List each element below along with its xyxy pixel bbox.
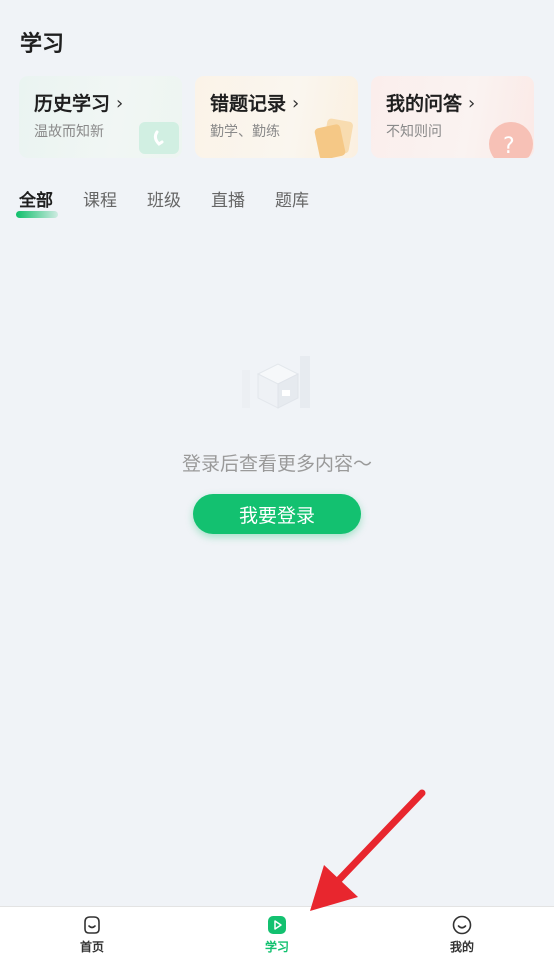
- tab-label: 课程: [83, 191, 117, 211]
- tab-classes[interactable]: 班级: [147, 188, 181, 214]
- chevron-right-icon: ›: [116, 93, 124, 114]
- history-study-title: 历史学习: [34, 93, 111, 115]
- nav-label: 首页: [79, 940, 104, 954]
- page-title: 学习: [20, 32, 65, 57]
- tab-courses[interactable]: 课程: [83, 188, 117, 214]
- tab-label: 直播: [211, 191, 245, 211]
- profile-face-icon: [452, 915, 472, 935]
- category-tabs: 全部 课程 班级 直播 题库: [16, 188, 309, 218]
- wrong-questions-card[interactable]: 错题记录 › 勤学、勤练: [195, 76, 358, 158]
- tab-all[interactable]: 全部: [16, 188, 58, 218]
- chevron-right-icon: ›: [292, 93, 300, 114]
- login-button[interactable]: 我要登录: [193, 494, 361, 534]
- study-play-icon: [268, 916, 286, 934]
- tab-label: 全部: [19, 191, 53, 211]
- my-qa-title: 我的问答: [386, 93, 463, 115]
- question-mark-icon: ?: [489, 122, 533, 158]
- nav-label: 我的: [449, 940, 474, 954]
- annotation-arrow-icon: [310, 789, 426, 911]
- nav-item-home[interactable]: 首页: [0, 907, 184, 960]
- chevron-right-icon: ›: [468, 93, 476, 114]
- history-study-card[interactable]: 历史学习 › 温故而知新: [19, 76, 182, 158]
- tab-live[interactable]: 直播: [211, 188, 245, 214]
- active-tab-indicator: [16, 211, 58, 218]
- home-face-icon: [84, 916, 100, 934]
- tab-label: 题库: [275, 191, 309, 211]
- bottom-navigation: 首页 学习 我的: [0, 906, 554, 960]
- empty-box-icon: [242, 356, 310, 409]
- empty-state-message: 登录后查看更多内容～: [181, 453, 372, 475]
- chat-bubble-icon: [139, 122, 179, 154]
- feature-cards: 历史学习 › 温故而知新 错题记录 › 勤学、勤练 我的问答 › 不知则问 ?: [19, 76, 539, 158]
- notebook-icon: [314, 118, 353, 158]
- wrong-questions-title: 错题记录: [210, 93, 287, 115]
- nav-item-study[interactable]: 学习: [185, 907, 369, 960]
- svg-text:?: ?: [503, 134, 515, 158]
- my-qa-card[interactable]: 我的问答 › 不知则问 ?: [371, 76, 534, 158]
- nav-label: 学习: [264, 940, 289, 954]
- nav-item-profile[interactable]: 我的: [370, 907, 554, 960]
- tab-question-bank[interactable]: 题库: [275, 188, 309, 214]
- tab-label: 班级: [147, 191, 181, 211]
